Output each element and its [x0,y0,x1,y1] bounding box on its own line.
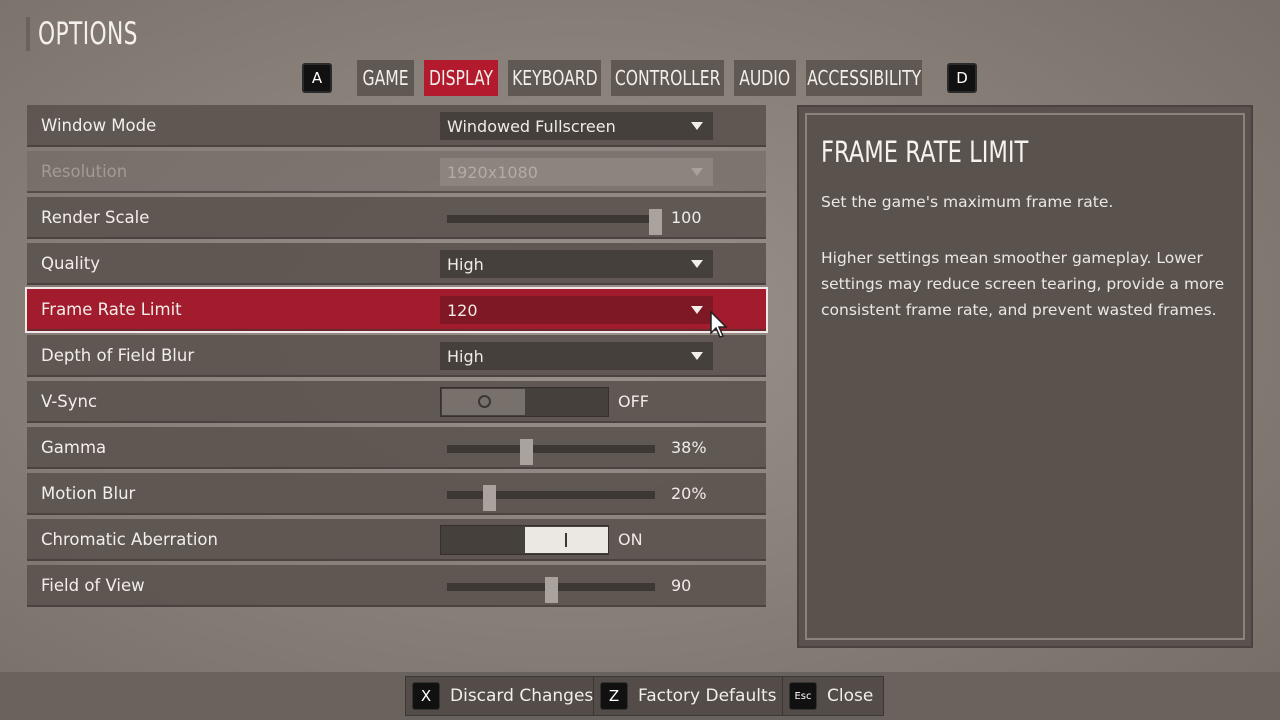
button-label: Discard Changes [450,686,594,706]
setting-field-of-view[interactable]: Field of View 90 [27,565,766,607]
setting-label: Render Scale [41,208,150,227]
slider-value: 38% [671,438,707,457]
factory-defaults-button[interactable]: Z Factory Defaults [593,676,788,716]
setting-frame-rate-limit[interactable]: Frame Rate Limit 120 [25,287,768,333]
dropdown-value: Windowed Fullscreen [447,116,616,136]
dropdown-value: 1920x1080 [447,162,538,182]
toggle-knob [442,389,525,415]
tab-controller[interactable]: CONTROLLER [611,60,724,96]
depth-of-field-dropdown[interactable]: High [440,342,713,370]
quality-dropdown[interactable]: High [440,250,713,278]
close-button[interactable]: Esc Close [782,676,885,716]
setting-label: Frame Rate Limit [41,300,182,319]
prev-tab-key[interactable]: A [302,63,332,93]
setting-label: Quality [41,254,100,273]
options-header: OPTIONS [26,16,166,52]
slider-value: 100 [671,208,702,227]
window-mode-dropdown[interactable]: Windowed Fullscreen [440,112,713,140]
render-scale-slider[interactable] [447,215,655,223]
dropdown-arrow-icon [691,352,703,360]
tab-game[interactable]: GAME [357,60,414,96]
setting-label: Gamma [41,438,107,457]
mouse-cursor-icon [710,311,728,338]
toggle-knob [525,527,608,553]
setting-render-scale[interactable]: Render Scale 100 [27,197,766,239]
tab-audio[interactable]: AUDIO [734,60,796,96]
setting-label: Motion Blur [41,484,136,503]
motion-blur-slider[interactable] [447,491,655,499]
setting-label: Field of View [41,576,145,595]
frame-rate-limit-dropdown[interactable]: 120 [440,296,713,324]
z-key-icon: Z [600,682,628,710]
dropdown-value: High [447,254,484,274]
setting-motion-blur[interactable]: Motion Blur 20% [27,473,766,515]
tab-keyboard[interactable]: KEYBOARD [508,60,601,96]
gamma-slider[interactable] [447,445,655,453]
vsync-toggle[interactable] [440,387,609,417]
setting-chromatic-aberration[interactable]: Chromatic Aberration ON [27,519,766,561]
description-detail: Higher settings mean smoother gameplay. … [821,249,1225,319]
setting-label: Chromatic Aberration [41,530,218,549]
setting-depth-of-field-blur[interactable]: Depth of Field Blur High [27,335,766,377]
tab-accessibility[interactable]: ACCESSIBILITY [806,60,922,96]
page-title: OPTIONS [38,16,138,52]
slider-thumb[interactable] [545,577,558,603]
discard-changes-button[interactable]: X Discard Changes [405,676,605,716]
next-tab-key[interactable]: D [947,63,977,93]
slider-value: 20% [671,484,707,503]
chromatic-aberration-toggle[interactable] [440,525,609,555]
description-panel: FRAME RATE LIMIT Set the game's maximum … [797,105,1253,648]
setting-label: V-Sync [41,392,98,411]
setting-vsync[interactable]: V-Sync OFF [27,381,766,423]
setting-label: Resolution [41,162,128,181]
button-label: Close [827,686,874,706]
tab-display[interactable]: DISPLAY [424,60,498,96]
dropdown-arrow-icon [691,122,703,130]
dropdown-arrow-icon [691,168,703,176]
description-title: FRAME RATE LIMIT [821,135,1029,169]
x-key-icon: X [412,682,440,710]
slider-thumb[interactable] [649,209,662,235]
off-ring-icon [478,395,491,408]
title-accent-bar [26,17,30,51]
resolution-dropdown: 1920x1080 [440,158,713,186]
esc-key-icon: Esc [789,682,817,710]
setting-label: Window Mode [41,116,157,135]
slider-thumb[interactable] [482,485,496,511]
slider-value: 90 [671,576,692,595]
description-frame: FRAME RATE LIMIT Set the game's maximum … [805,113,1245,640]
setting-window-mode[interactable]: Window Mode Windowed Fullscreen [27,105,766,147]
setting-resolution: Resolution 1920x1080 [27,151,766,193]
setting-label: Depth of Field Blur [41,346,195,365]
dropdown-arrow-icon [691,260,703,268]
dropdown-value: High [447,346,484,366]
toggle-value: OFF [618,392,649,411]
description-summary: Set the game's maximum frame rate. [821,193,1114,211]
dropdown-value: 120 [447,300,478,320]
on-bar-icon [565,533,567,547]
setting-quality[interactable]: Quality High [27,243,766,285]
button-label: Factory Defaults [638,686,777,706]
toggle-value: ON [618,530,643,549]
setting-gamma[interactable]: Gamma 38% [27,427,766,469]
slider-thumb[interactable] [520,439,534,465]
dropdown-arrow-icon [691,306,703,314]
